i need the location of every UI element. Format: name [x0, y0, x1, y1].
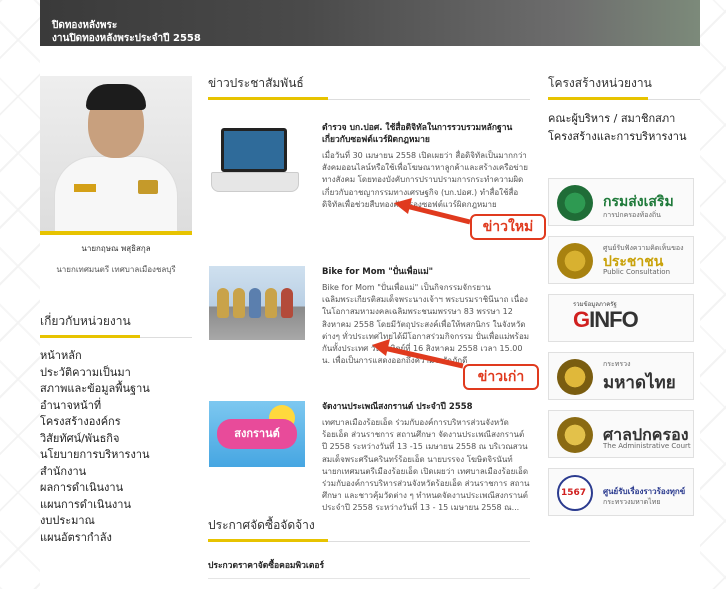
news-thumbnail-laptop[interactable]: [209, 122, 305, 196]
complaint-center-logo-link[interactable]: 1567 ศูนย์รับเรื่องราวร้องทุกข์ กระทรวงม…: [548, 468, 694, 516]
news-thumbnail-songkran[interactable]: สงกรานต์: [209, 401, 305, 467]
mayor-name: นายกฤษณ พสุธิสกุล: [81, 244, 151, 253]
new-news-arrow-icon: [394, 198, 471, 225]
logo-subtitle: การปกครองท้องถิ่น: [603, 211, 661, 219]
mayor-photo: [40, 76, 192, 231]
procurement-section-title: ประกาศจัดซื้อจัดจ้าง: [208, 516, 530, 542]
structure-section-title: โครงสร้างหน่วยงาน: [548, 74, 700, 100]
hotline-1567-icon: 1567: [557, 475, 593, 511]
court-emblem-icon: [557, 417, 593, 453]
ginfo-logo-text: GINFO: [573, 307, 639, 332]
menu-item-staff-plan[interactable]: แผนอัตรากำลัง: [40, 530, 192, 547]
news-title[interactable]: Bike for Mom "ปั่นเพื่อแม่": [322, 266, 530, 278]
songkran-thumb-text: สงกรานต์: [217, 419, 297, 449]
middle-column: ข่าวประชาสัมพันธ์ ตำรวจ บก.ปอศ. ใช้สื่อด…: [208, 74, 530, 531]
ginfo-logo-link[interactable]: รวมข้อมูลภาครัฐ GINFO: [548, 294, 694, 342]
dla-emblem-icon: [557, 185, 593, 221]
menu-item-plans[interactable]: แผนการดำเนินงาน: [40, 497, 192, 514]
executives-link[interactable]: คณะผู้บริหาร / สมาชิกสภา: [548, 110, 700, 128]
mayor-position: นายกเทศมนตรี เทศบาลเมืองชลบุรี: [56, 265, 176, 274]
logo-subtitle: กระทรวงมหาดไทย: [603, 498, 661, 506]
menu-item-vision[interactable]: วิสัยทัศน์/พันธกิจ: [40, 431, 192, 448]
partner-logos: กรมส่งเสริม การปกครองท้องถิ่น ศูนย์รับฟั…: [548, 178, 700, 516]
public-consultation-logo-link[interactable]: ศูนย์รับฟังความคิดเห็นของ ประชาชน Public…: [548, 236, 694, 284]
right-column: โครงสร้างหน่วยงาน คณะผู้บริหาร / สมาชิกส…: [548, 74, 700, 526]
ministry-emblem-icon: [557, 359, 593, 395]
menu-item-basic-info[interactable]: สภาพและข้อมูลพื้นฐาน: [40, 381, 192, 398]
procurement-item[interactable]: ประกวดราคาจัดซื้อคอมพิวเตอร์: [208, 558, 324, 572]
logo-subtitle: Public Consultation: [603, 268, 671, 276]
news-item: สงกรานต์ จัดงานประเพณีสงกรานต์ ประจำปี 2…: [208, 401, 530, 531]
menu-item-org-structure[interactable]: โครงสร้างองค์กร: [40, 414, 192, 431]
news-title[interactable]: จัดงานประเพณีสงกรานต์ ประจำปี 2558: [322, 401, 530, 413]
garuda-emblem-icon: [557, 243, 593, 279]
photo-accent-bar: [40, 231, 192, 235]
menu-item-policy[interactable]: นโยบายการบริหารงาน: [40, 447, 192, 464]
news-section-title: ข่าวประชาสัมพันธ์: [208, 74, 530, 100]
about-section-title: เกี่ยวกับหน่วยงาน: [40, 312, 192, 338]
logo-subtitle: The Administrative Court: [603, 442, 691, 450]
menu-item-duties[interactable]: อำนาจหน้าที่: [40, 398, 192, 415]
dla-logo-link[interactable]: กรมส่งเสริม การปกครองท้องถิ่น: [548, 178, 694, 226]
interior-ministry-logo-link[interactable]: กระทรวง มหาดไทย: [548, 352, 694, 400]
news-description: เทศบาลเมืองร้อยเอ็ด ร่วมกับองค์การบริหาร…: [322, 418, 530, 513]
org-admin-link[interactable]: โครงสร้างและการบริหารงาน: [548, 128, 700, 146]
news-title[interactable]: ตำรวจ บก.ปอศ. ใช้สื่อดิจิทัลในการรวบรวมห…: [322, 122, 530, 146]
menu-item-office[interactable]: สำนักงาน: [40, 464, 192, 481]
news-thumbnail-statues[interactable]: [209, 266, 305, 340]
old-news-arrow-icon: [372, 339, 464, 369]
logo-title: มหาดไทย: [603, 373, 676, 393]
divider: [208, 578, 530, 579]
top-banner[interactable]: ปิดทองหลังพระ งานปิดทองหลังพระประจำปี 25…: [40, 0, 700, 46]
about-menu: หน้าหลัก ประวัติความเป็นมา สภาพและข้อมูล…: [40, 348, 192, 546]
left-column: นายกฤษณ พสุธิสกุล นายกเทศมนตรี เทศบาลเมื…: [40, 76, 192, 546]
menu-item-results[interactable]: ผลการดำเนินงาน: [40, 480, 192, 497]
menu-item-history[interactable]: ประวัติความเป็นมา: [40, 365, 192, 382]
admin-court-logo-link[interactable]: ศาลปกครอง The Administrative Court: [548, 410, 694, 458]
old-news-callout: ข่าวเก่า: [463, 364, 539, 390]
menu-item-budget[interactable]: งบประมาณ: [40, 513, 192, 530]
banner-subtitle: งานปิดทองหลังพระประจำปี 2558: [52, 33, 201, 44]
new-news-callout: ข่าวใหม่: [470, 214, 546, 240]
menu-item-home[interactable]: หน้าหลัก: [40, 348, 192, 365]
